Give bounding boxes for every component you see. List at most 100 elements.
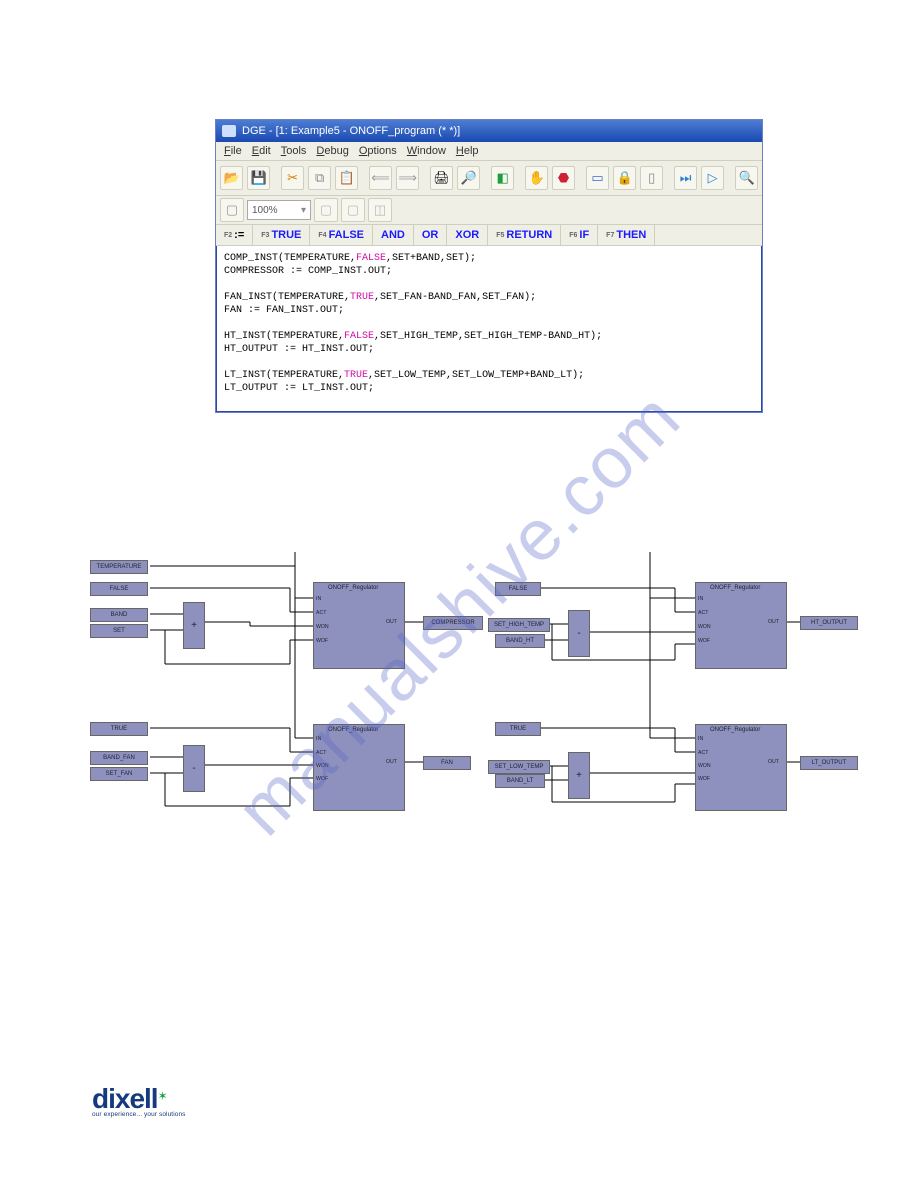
code-editor[interactable]: COMP_INST(TEMPERATURE,FALSE,SET+BAND,SET…: [216, 246, 762, 401]
tag-false: FALSE: [90, 582, 148, 596]
port-won-3: WON: [698, 624, 711, 630]
menu-debug[interactable]: Debug: [316, 145, 348, 157]
f2-assign[interactable]: F2:=: [216, 225, 253, 245]
port-wof: WOF: [316, 638, 328, 644]
window-icon[interactable]: ▭: [586, 166, 609, 190]
f3-true[interactable]: F3TRUE: [253, 225, 310, 245]
kw-or[interactable]: OR: [414, 225, 448, 245]
tag-true: TRUE: [90, 722, 148, 736]
page1-icon[interactable]: ▢: [314, 198, 338, 222]
f7-then[interactable]: F7THEN: [598, 225, 655, 245]
tag-band-ht: BAND_HT: [495, 634, 545, 648]
record-icon[interactable]: ⬣: [552, 166, 575, 190]
separator: [728, 167, 731, 189]
toolbar-secondary: ▢ 100%▾ ▢ ▢ ◫: [216, 196, 762, 225]
titlebar: DGE - [1: Example5 - ONOFF_program (* *)…: [216, 120, 762, 142]
port-in-4: IN: [698, 736, 703, 742]
menu-edit[interactable]: Edit: [252, 145, 271, 157]
app-icon: [222, 125, 236, 137]
reg-title-4: ONOFF_Regulator: [710, 727, 760, 733]
op-plus: +: [183, 602, 205, 649]
disk-icon[interactable]: ▯: [640, 166, 663, 190]
f5-return[interactable]: F5RETURN: [488, 225, 561, 245]
tag-band-lt: BAND_LT: [495, 774, 545, 788]
undo-icon[interactable]: ⟸: [369, 166, 392, 190]
find-icon[interactable]: 🔎: [457, 166, 480, 190]
separator: [484, 167, 487, 189]
skip-icon[interactable]: ⏭: [674, 166, 697, 190]
port-out-4: OUT: [768, 759, 779, 765]
reg-title-3: ONOFF_Regulator: [710, 585, 760, 591]
tag-set: SET: [90, 624, 148, 638]
port-out-2: OUT: [386, 759, 397, 765]
port-out: OUT: [386, 619, 397, 625]
reg-title-1: ONOFF_Regulator: [328, 585, 378, 591]
tag-band: BAND: [90, 608, 148, 622]
doc-icon[interactable]: ▢: [220, 198, 244, 222]
separator: [518, 167, 521, 189]
separator: [579, 167, 582, 189]
tag-set-low-temp: SET_LOW_TEMP: [488, 760, 550, 774]
logo-tagline: our experience... your solutions: [92, 1111, 186, 1118]
block-icon[interactable]: ◧: [491, 166, 514, 190]
menu-file[interactable]: FFileile: [224, 145, 242, 157]
port-won-4: WON: [698, 763, 711, 769]
tag-band-fan: BAND_FAN: [90, 751, 148, 765]
separator: [667, 167, 670, 189]
reg-title-2: ONOFF_Regulator: [328, 727, 378, 733]
tag-ht-output: HT_OUTPUT: [800, 616, 858, 630]
separator: [362, 167, 365, 189]
port-act-2: ACT: [316, 750, 326, 756]
kw-and[interactable]: AND: [373, 225, 414, 245]
zoom-icon[interactable]: 🔍: [735, 166, 758, 190]
tag-fan: FAN: [423, 756, 471, 770]
port-won: WON: [316, 624, 329, 630]
port-act-3: ACT: [698, 610, 708, 616]
menu-help[interactable]: Help: [456, 145, 479, 157]
logo-brand: dixell: [92, 1083, 158, 1114]
page3-icon[interactable]: ◫: [368, 198, 392, 222]
port-in-2: IN: [316, 736, 321, 742]
tag-temperature: TEMPERATURE: [90, 560, 148, 574]
tag-set-high-temp: SET_HIGH_TEMP: [488, 618, 550, 632]
open-icon[interactable]: 📂: [220, 166, 243, 190]
toolbar-main: 📂 💾 ✂ ⧉ 📋 ⟸ ⟹ 🖨 🔎 ◧ ✋ ⬣ ▭ 🔒 ▯ ⏭ ▷ 🔍: [216, 161, 762, 196]
function-key-bar: F2:= F3TRUE F4FALSE AND OR XOR F5RETURN …: [216, 225, 762, 246]
f6-if[interactable]: F6IF: [561, 225, 598, 245]
port-out-3: OUT: [768, 619, 779, 625]
menu-tools[interactable]: Tools: [281, 145, 307, 157]
stop-icon[interactable]: ✋: [525, 166, 548, 190]
kw-xor[interactable]: XOR: [447, 225, 488, 245]
title-text: DGE - [1: Example5 - ONOFF_program (* *)…: [242, 125, 460, 137]
tag-lt-output: LT_OUTPUT: [800, 756, 858, 770]
menu-options[interactable]: Options: [359, 145, 397, 157]
paste-icon[interactable]: 📋: [335, 166, 358, 190]
play-icon[interactable]: ▷: [701, 166, 724, 190]
block-diagram: TEMPERATURE FALSE BAND SET + ONOFF_Regul…: [90, 552, 820, 852]
cut-icon[interactable]: ✂: [281, 166, 304, 190]
page2-icon[interactable]: ▢: [341, 198, 365, 222]
tag-compressor: COMPRESSOR: [423, 616, 483, 630]
op-plus-2: +: [568, 752, 590, 799]
separator: [423, 167, 426, 189]
zoom-input[interactable]: 100%▾: [247, 200, 311, 220]
save-icon[interactable]: 💾: [247, 166, 270, 190]
print-icon[interactable]: 🖨: [430, 166, 453, 190]
port-wof-4: WOF: [698, 776, 710, 782]
port-act-4: ACT: [698, 750, 708, 756]
brand-logo: dixell✶ our experience... your solutions: [92, 1083, 186, 1118]
port-in: IN: [316, 596, 321, 602]
menubar: FFileile Edit Tools Debug Options Window…: [216, 142, 762, 161]
logo-star-icon: ✶: [158, 1089, 168, 1103]
redo-icon[interactable]: ⟹: [396, 166, 419, 190]
lock-icon[interactable]: 🔒: [613, 166, 636, 190]
copy-icon[interactable]: ⧉: [308, 166, 331, 190]
tag-false-2: FALSE: [495, 582, 541, 596]
port-act: ACT: [316, 610, 326, 616]
f4-false[interactable]: F4FALSE: [310, 225, 373, 245]
op-minus: -: [183, 745, 205, 792]
port-wof-3: WOF: [698, 638, 710, 644]
tag-set-fan: SET_FAN: [90, 767, 148, 781]
port-wof-2: WOF: [316, 776, 328, 782]
menu-window[interactable]: Window: [407, 145, 446, 157]
